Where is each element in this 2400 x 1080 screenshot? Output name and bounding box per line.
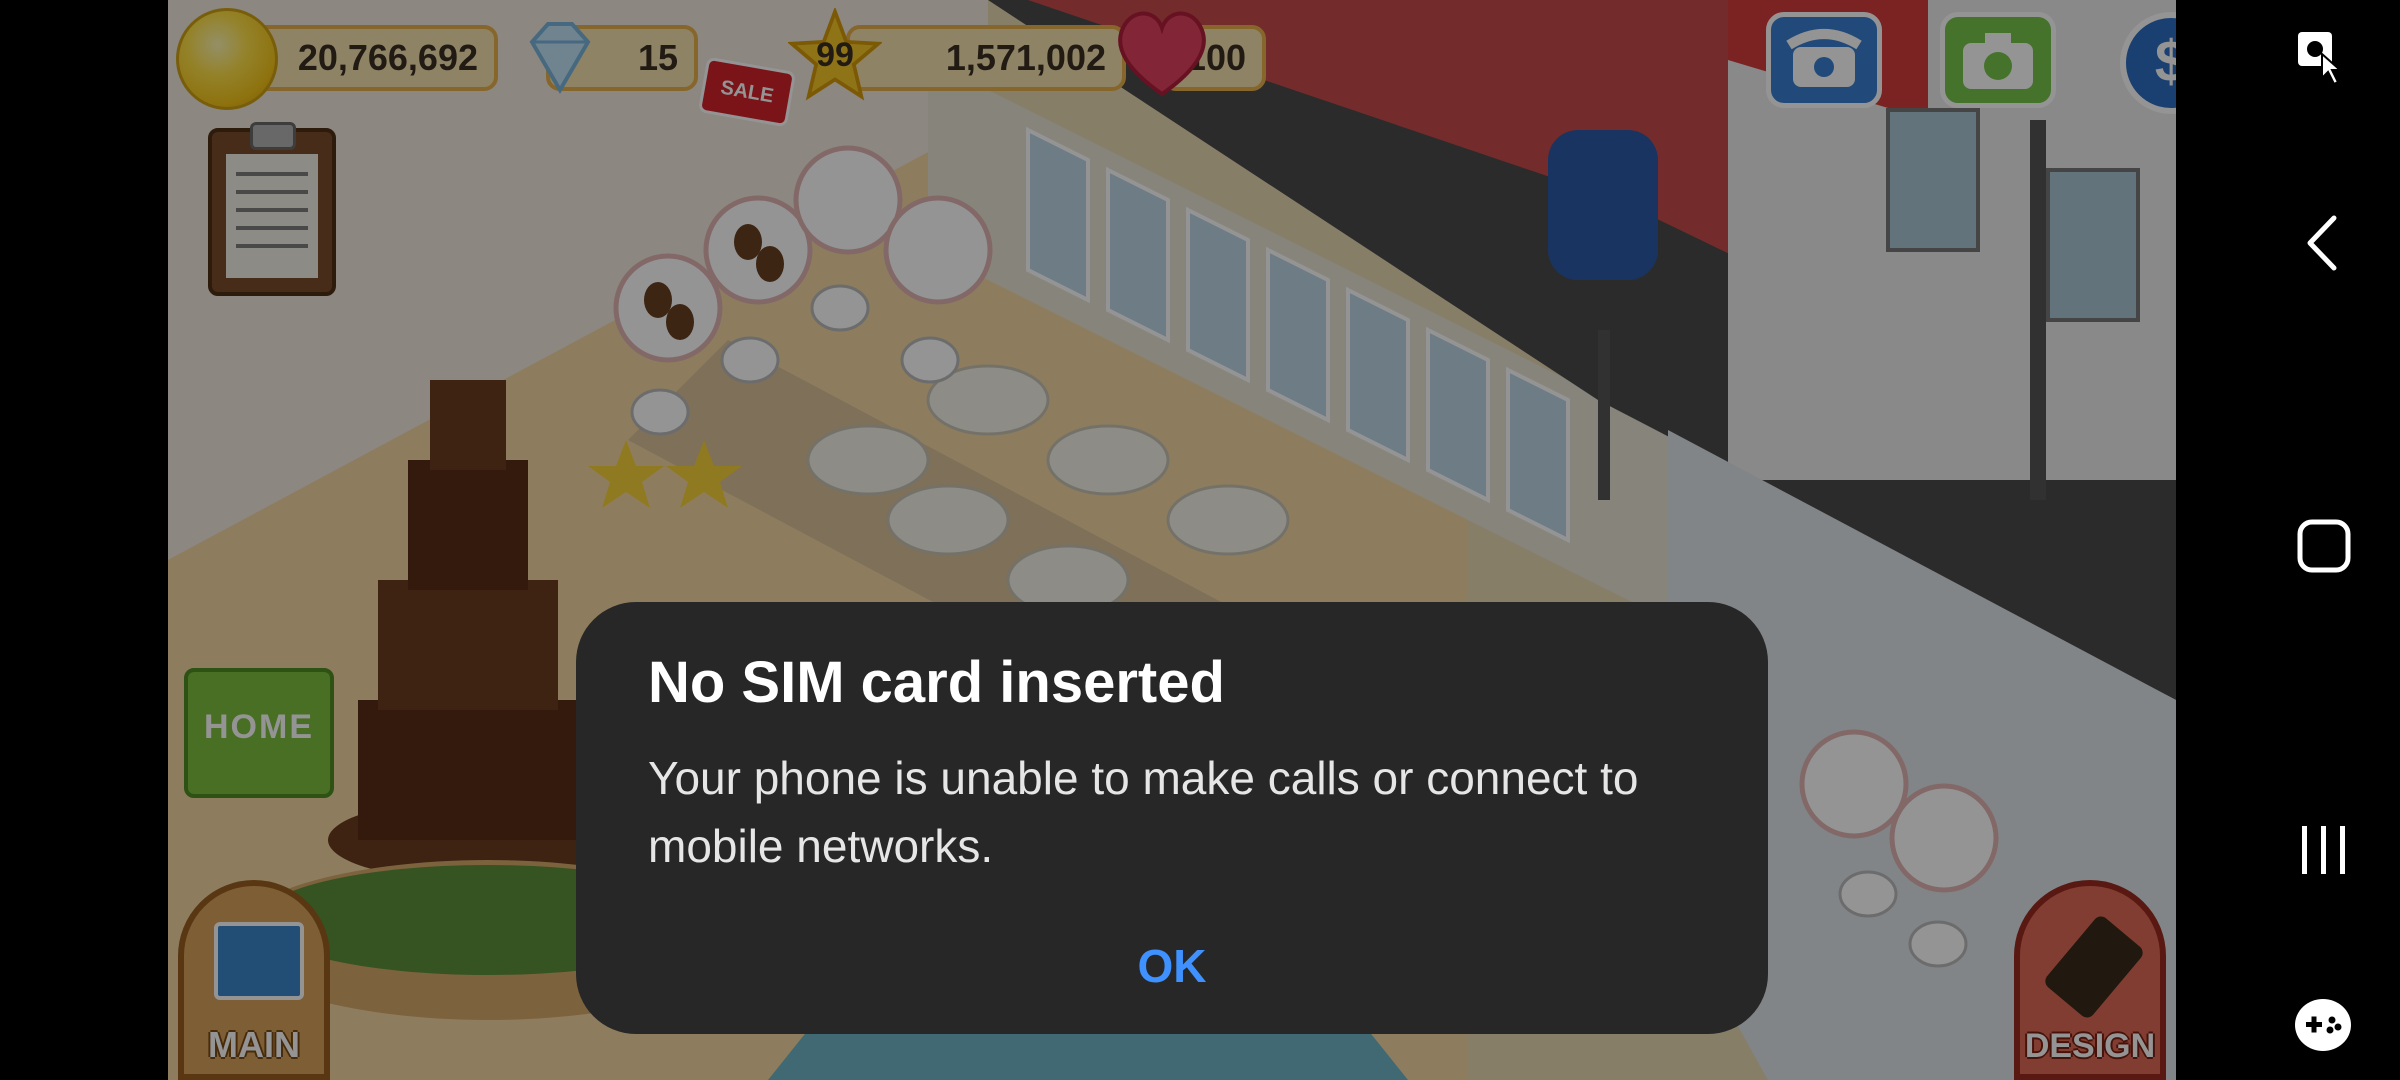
- back-icon[interactable]: [2302, 214, 2342, 272]
- game-tools-icon[interactable]: [2292, 996, 2354, 1054]
- screen: 20,766,692 15 SALE 1,571,002 99 100 $ HO…: [0, 0, 2400, 1080]
- home-icon[interactable]: [2296, 518, 2352, 574]
- no-sim-dialog: No SIM card inserted Your phone is unabl…: [576, 602, 1768, 1034]
- dialog-title: No SIM card inserted: [648, 650, 1225, 715]
- dialog-message: Your phone is unable to make calls or co…: [648, 751, 1639, 872]
- navigation-bar: [2176, 0, 2400, 1080]
- ok-button[interactable]: OK: [576, 920, 1768, 1010]
- recents-icon[interactable]: [2296, 822, 2352, 878]
- screen-pin-icon[interactable]: [2294, 28, 2344, 88]
